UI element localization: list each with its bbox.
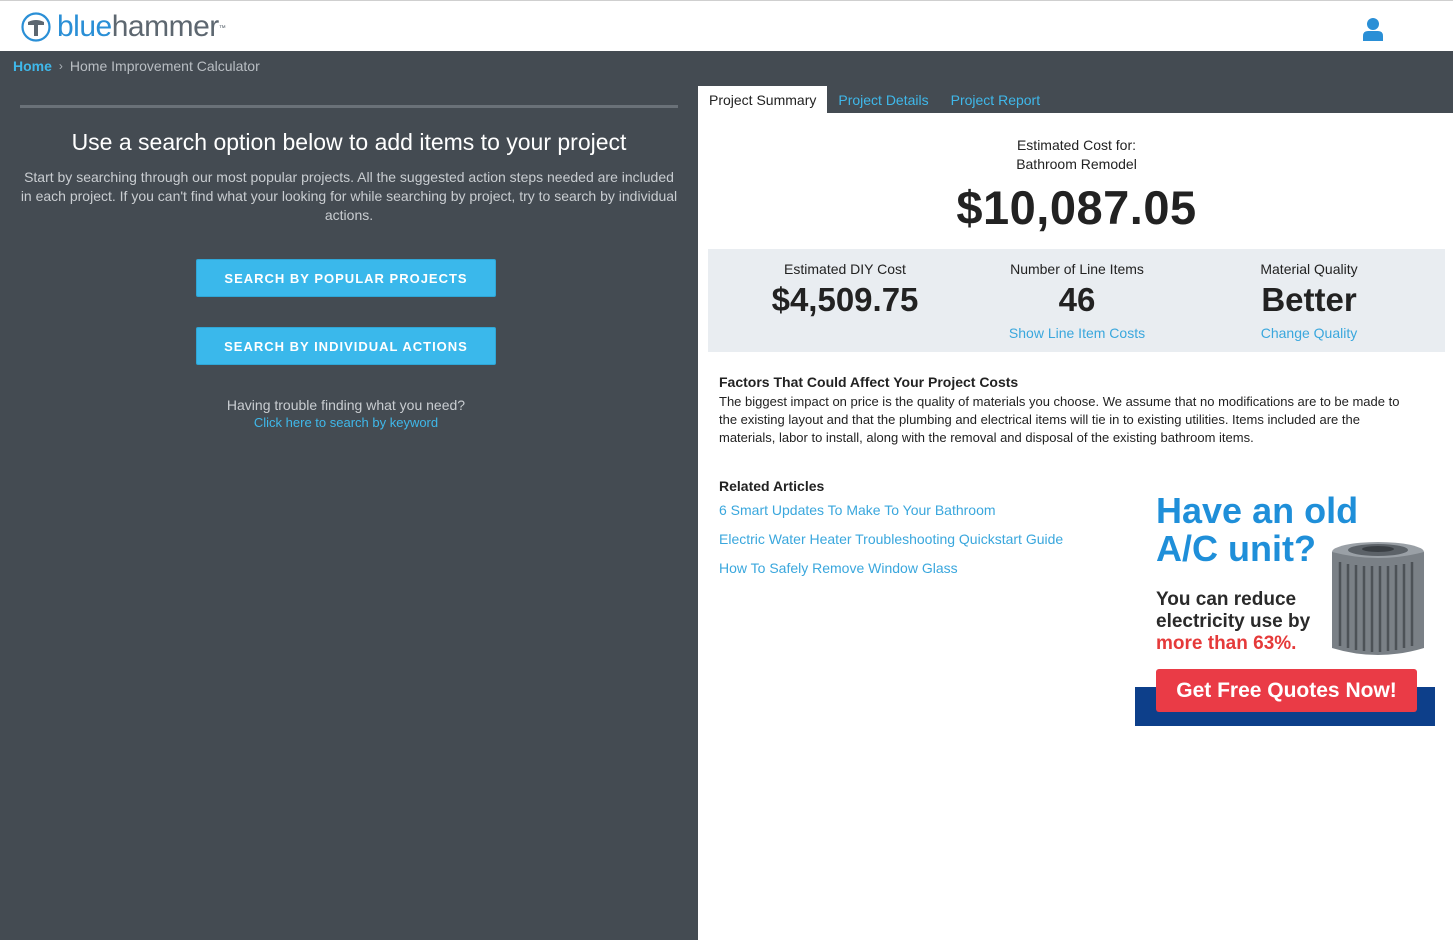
- search-individual-actions-button[interactable]: SEARCH BY INDIVIDUAL ACTIONS: [196, 327, 496, 365]
- breadcrumb-home-link[interactable]: Home: [13, 58, 52, 74]
- ad-subtext-highlight: more than 63%.: [1156, 633, 1297, 654]
- project-name: Bathroom Remodel: [1016, 156, 1137, 172]
- factors-title: Factors That Could Affect Your Project C…: [719, 374, 1019, 390]
- diy-cost-value: $4,509.75: [771, 281, 919, 318]
- factors-text: The biggest impact on price is the quali…: [719, 394, 1400, 445]
- get-free-quotes-button[interactable]: Get Free Quotes Now!: [1156, 669, 1417, 712]
- show-line-item-costs-link[interactable]: Show Line Item Costs: [957, 325, 1197, 341]
- diy-cost-label: Estimated DIY Cost: [784, 261, 906, 277]
- user-icon[interactable]: [1362, 17, 1384, 41]
- change-quality-link[interactable]: Change Quality: [1189, 325, 1429, 341]
- keyword-search-link[interactable]: Click here to search by keyword: [196, 414, 496, 432]
- bluehammer-logo[interactable]: bluehammer™: [21, 10, 226, 43]
- search-popular-projects-button[interactable]: SEARCH BY POPULAR PROJECTS: [196, 259, 496, 297]
- line-items-label: Number of Line Items: [1010, 261, 1144, 277]
- ad-subtext: You can reduce electricity use by more t…: [1156, 589, 1310, 655]
- material-quality-label: Material Quality: [1260, 261, 1358, 277]
- total-cost: $10,087.05: [956, 181, 1197, 234]
- material-quality-stat: Material Quality Better Change Quality: [1189, 249, 1429, 341]
- ad-headline-line: Have an old: [1156, 490, 1359, 531]
- line-items-count: 46: [1058, 281, 1096, 318]
- tab-project-report[interactable]: Project Report: [940, 86, 1051, 113]
- divider: [20, 105, 678, 108]
- hammer-logo-icon: [21, 12, 51, 42]
- estimate-label: Estimated Cost for:: [1016, 137, 1137, 153]
- project-tabs: Project Summary Project Details Project …: [698, 86, 1051, 113]
- diy-cost-stat: Estimated DIY Cost $4,509.75: [725, 249, 965, 321]
- search-title: Use a search option below to add items t…: [71, 129, 627, 155]
- ac-advertisement[interactable]: Have an old A/C unit? You can reduce ele…: [1135, 488, 1435, 726]
- breadcrumb-current: Home Improvement Calculator: [69, 58, 260, 74]
- material-quality-value: Better: [1261, 281, 1357, 318]
- line-items-stat: Number of Line Items 46 Show Line Item C…: [957, 249, 1197, 341]
- chevron-right-icon: ›: [58, 59, 63, 73]
- related-article-link[interactable]: Electric Water Heater Troubleshooting Qu…: [719, 531, 1063, 547]
- related-article-link[interactable]: How To Safely Remove Window Glass: [719, 560, 958, 576]
- tab-project-summary[interactable]: Project Summary: [698, 86, 828, 113]
- breadcrumb: Home › Home Improvement Calculator: [13, 57, 260, 75]
- trouble-text: Having trouble finding what you need?: [226, 397, 466, 413]
- related-article-link[interactable]: 6 Smart Updates To Make To Your Bathroom: [719, 502, 996, 518]
- cost-stats: Estimated DIY Cost $4,509.75 Number of L…: [708, 249, 1445, 352]
- site-header: bluehammer™: [0, 0, 1453, 51]
- keyword-help: Having trouble finding what you need? Cl…: [196, 396, 496, 432]
- ad-subtext-line: You can reduce: [1156, 589, 1297, 610]
- tab-project-details[interactable]: Project Details: [827, 86, 939, 113]
- search-description: Start by searching through our most popu…: [20, 169, 678, 223]
- related-articles-title: Related Articles: [719, 478, 825, 494]
- logo-wordmark: bluehammer™: [57, 10, 226, 43]
- ac-unit-icon: [1332, 542, 1424, 655]
- project-summary-panel: Estimated Cost for: Bathroom Remodel $10…: [698, 113, 1453, 940]
- ad-subtext-line: electricity use by: [1156, 611, 1311, 632]
